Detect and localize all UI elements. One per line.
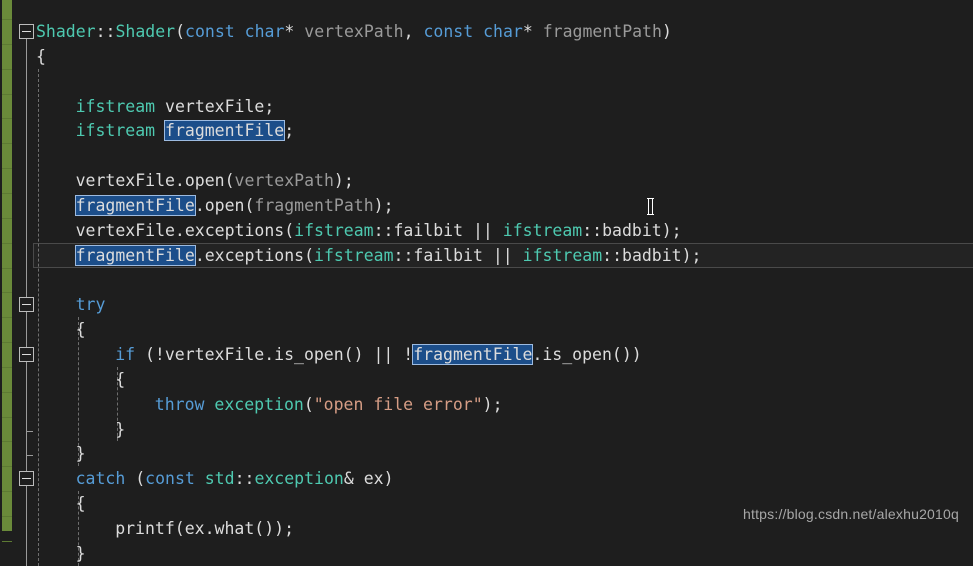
- code-token: exception: [254, 469, 344, 489]
- code-token: if: [115, 345, 136, 365]
- code-line[interactable]: ifstream fragmentFile;: [75, 118, 295, 143]
- code-token: catch: [75, 469, 126, 489]
- code-token: ::badbit);: [602, 245, 702, 265]
- code-token: const: [145, 469, 195, 489]
- code-token: const: [185, 22, 235, 41]
- change-bar-segment: [2, 541, 12, 542]
- code-line[interactable]: }: [76, 541, 86, 566]
- code-token: fragmentPath: [254, 195, 374, 215]
- code-token: fragmentPath: [542, 22, 662, 41]
- code-token: vertexFile;: [155, 96, 275, 116]
- code-token: (: [125, 469, 146, 489]
- code-token: }: [75, 543, 86, 563]
- code-token: .open(: [194, 195, 255, 215]
- code-line[interactable]: Shader::Shader(const char* vertexPath, c…: [36, 19, 672, 44]
- code-token: *: [522, 22, 543, 41]
- code-token: exception: [214, 394, 304, 414]
- code-token: {: [75, 494, 86, 514]
- code-token: vertexPath: [234, 171, 334, 191]
- code-line[interactable]: {: [76, 317, 86, 342]
- code-token: std: [204, 469, 235, 489]
- code-token: (!vertexFile.is_open() || !: [135, 345, 414, 365]
- code-token: *: [284, 22, 305, 41]
- code-line[interactable]: {: [76, 491, 86, 516]
- code-token: try: [75, 295, 106, 315]
- selected-token[interactable]: fragmentFile: [74, 244, 196, 266]
- code-token: ifstream: [294, 220, 374, 240]
- code-line[interactable]: }: [115, 417, 125, 442]
- code-token: & ex): [343, 469, 394, 489]
- code-token: {: [36, 46, 46, 66]
- code-token: .exceptions(: [194, 245, 315, 265]
- code-token: ::failbit ||: [393, 245, 523, 265]
- code-line[interactable]: fragmentFile.open(fragmentPath);: [74, 193, 394, 218]
- code-token: }: [115, 419, 126, 439]
- code-token: ,: [403, 22, 424, 41]
- code-token: vertexFile.exceptions(: [75, 220, 295, 240]
- code-token: (: [303, 394, 314, 414]
- code-editor[interactable]: Shader::Shader(const char* vertexPath, c…: [0, 0, 973, 566]
- watermark-url: https://blog.csdn.net/alexhu2010q: [743, 506, 959, 522]
- code-token: ifstream: [75, 96, 156, 116]
- code-token: );: [333, 171, 354, 191]
- code-token: throw: [154, 394, 205, 414]
- code-token: ifstream: [502, 220, 583, 240]
- code-token: ifstream: [75, 121, 156, 141]
- code-line[interactable]: if (!vertexFile.is_open() || !fragmentFi…: [115, 342, 642, 367]
- code-line[interactable]: ifstream vertexFile;: [76, 94, 275, 119]
- selected-token[interactable]: fragmentFile: [164, 120, 286, 142]
- code-token: const: [423, 22, 474, 41]
- code-token: ::badbit);: [582, 220, 682, 240]
- code-token: printf(ex.what());: [115, 519, 294, 538]
- code-token: ;: [284, 121, 295, 141]
- code-line[interactable]: try: [76, 292, 106, 317]
- code-line[interactable]: fragmentFile.exceptions(ifstream::failbi…: [74, 243, 702, 268]
- code-token: ifstream: [314, 245, 394, 265]
- code-line[interactable]: {: [115, 367, 125, 392]
- code-line[interactable]: {: [36, 44, 46, 69]
- code-token: .is_open()): [532, 345, 642, 365]
- code-line[interactable]: catch (const std::exception& ex): [76, 466, 394, 491]
- code-token: ::failbit ||: [373, 220, 503, 240]
- code-token: );: [482, 394, 503, 414]
- code-token: vertexPath: [304, 22, 404, 41]
- code-line[interactable]: printf(ex.what());: [115, 516, 294, 541]
- code-token: {: [75, 320, 86, 340]
- code-token: ): [661, 22, 672, 41]
- code-token: "open file error": [313, 394, 483, 414]
- code-line[interactable]: throw exception("open file error");: [155, 392, 503, 417]
- code-token: char: [244, 22, 285, 41]
- code-token: Shader: [36, 22, 96, 41]
- code-token: }: [75, 444, 86, 464]
- code-token: char: [483, 22, 523, 41]
- code-text-surface[interactable]: Shader::Shader(const char* vertexPath, c…: [0, 0, 973, 566]
- code-token: vertexFile.open(: [75, 171, 235, 191]
- code-line[interactable]: vertexFile.exceptions(ifstream::failbit …: [76, 218, 682, 243]
- selected-token[interactable]: fragmentFile: [74, 194, 196, 216]
- code-token: ::: [234, 469, 255, 489]
- code-token: {: [115, 369, 126, 389]
- code-token: Shader: [115, 22, 176, 41]
- code-token: ifstream: [522, 245, 603, 265]
- indent-guide: [38, 68, 39, 566]
- code-token: );: [373, 195, 394, 215]
- code-line[interactable]: vertexFile.open(vertexPath);: [76, 168, 354, 193]
- code-line[interactable]: }: [76, 441, 86, 466]
- code-token: ::: [95, 22, 116, 41]
- selected-token[interactable]: fragmentFile: [412, 344, 534, 366]
- code-token: (: [175, 22, 186, 41]
